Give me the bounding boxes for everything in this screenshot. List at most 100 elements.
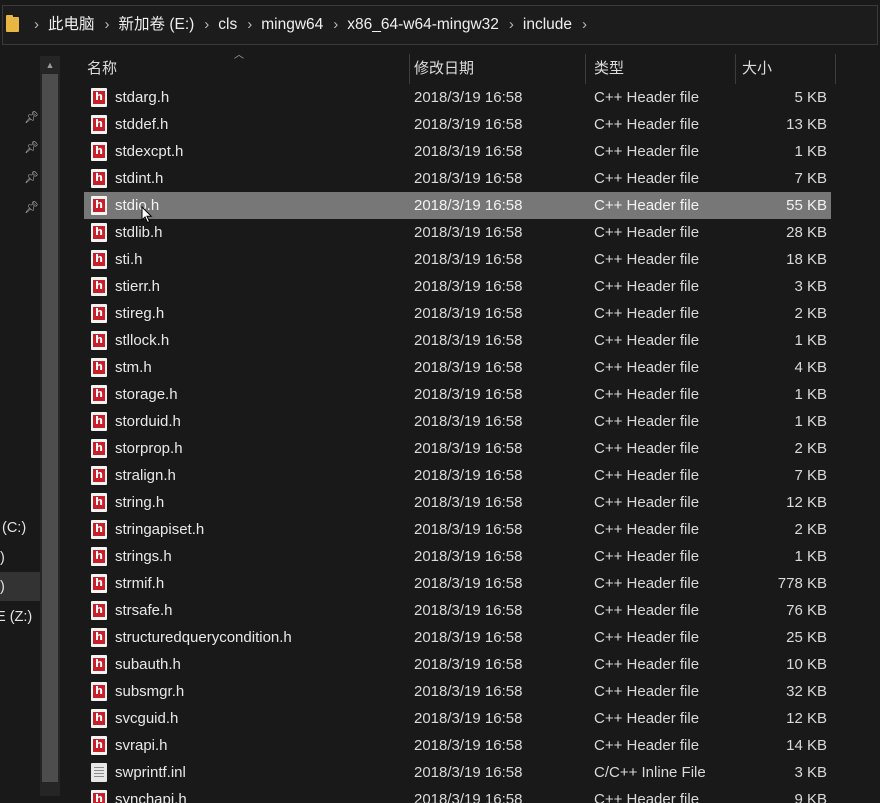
file-size: 7 KB — [794, 170, 827, 187]
file-modified-date: 2018/3/19 16:58 — [414, 305, 523, 322]
column-divider[interactable] — [835, 54, 836, 84]
file-size: 13 KB — [786, 116, 827, 133]
file-size: 10 KB — [786, 656, 827, 673]
chevron-right-icon[interactable]: › — [237, 0, 261, 50]
file-row[interactable]: structuredquerycondition.h 2018/3/19 16:5… — [68, 624, 880, 651]
nav-drive-item[interactable]: ) — [0, 550, 5, 566]
file-list: stdarg.h 2018/3/19 16:58 C++ Header file 5 … — [68, 84, 880, 803]
column-header-size[interactable]: 大小 — [736, 50, 836, 84]
file-name: strsafe.h — [115, 602, 173, 619]
file-modified-date: 2018/3/19 16:58 — [414, 278, 523, 295]
file-row[interactable]: storprop.h 2018/3/19 16:58 C++ Header file… — [68, 435, 880, 462]
file-name: stdlib.h — [115, 224, 163, 241]
header-file-icon — [91, 520, 107, 539]
file-row[interactable]: stringapiset.h 2018/3/19 16:58 C++ Header … — [68, 516, 880, 543]
header-file-icon — [91, 655, 107, 674]
column-header-name[interactable]: 名称 — [81, 50, 411, 84]
mouse-cursor-icon — [141, 206, 153, 224]
pin-icon: 📌︎ — [24, 140, 40, 154]
file-row[interactable]: strsafe.h 2018/3/19 16:58 C++ Header file 7… — [68, 597, 880, 624]
file-row[interactable]: subauth.h 2018/3/19 16:58 C++ Header file 1… — [68, 651, 880, 678]
file-type: C++ Header file — [594, 656, 700, 673]
file-name: stllock.h — [115, 332, 170, 349]
file-name: stringapiset.h — [115, 521, 205, 538]
file-type: C++ Header file — [594, 521, 700, 538]
column-header-type[interactable]: 类型 — [588, 50, 736, 84]
header-file-icon — [91, 628, 107, 647]
file-type: C++ Header file — [594, 494, 700, 511]
file-type: C/C++ Inline File — [594, 764, 706, 781]
file-row[interactable]: stireg.h 2018/3/19 16:58 C++ Header file 2 … — [68, 300, 880, 327]
chevron-right-icon[interactable]: › — [499, 0, 523, 50]
file-row[interactable]: stdio.h2018/3/19 16:58C++ Header file55 … — [68, 192, 880, 219]
column-header-date[interactable]: 修改日期 — [408, 50, 586, 84]
file-row[interactable]: synchapi.h 2018/3/19 16:58 C++ Header file… — [68, 786, 880, 803]
pin-icon: 📌︎ — [24, 200, 40, 214]
chevron-right-icon[interactable]: › — [95, 0, 119, 50]
file-name: stdint.h — [115, 170, 164, 187]
header-file-icon — [91, 736, 107, 755]
file-type: C++ Header file — [594, 791, 700, 803]
navigation-pane: 📌︎ 📌︎ 📌︎ 📌︎ (C:) ) ) E (Z:) ▲ — [0, 50, 68, 803]
file-row[interactable]: stralign.h 2018/3/19 16:58 C++ Header file… — [68, 462, 880, 489]
chevron-right-icon[interactable]: › — [194, 0, 218, 50]
file-row[interactable]: strings.h 2018/3/19 16:58 C++ Header file 1… — [68, 543, 880, 570]
nav-scrollbar[interactable]: ▲ — [40, 56, 60, 796]
file-row[interactable]: stddef.h 2018/3/19 16:58 C++ Header file 13… — [68, 111, 880, 138]
file-size: 4 KB — [794, 359, 827, 376]
chevron-right-icon[interactable]: › — [572, 0, 596, 50]
file-name: synchapi.h — [115, 791, 187, 803]
file-size: 32 KB — [786, 683, 827, 700]
breadcrumb-x86-64-w64-mingw32[interactable]: x86_64-w64-mingw32 — [347, 0, 499, 50]
nav-drive-z[interactable]: E (Z:) — [0, 609, 32, 625]
header-file-icon — [91, 601, 107, 620]
scroll-up-icon[interactable]: ▲ — [40, 58, 60, 72]
header-file-icon — [91, 304, 107, 323]
nav-scrollbar-thumb[interactable] — [42, 74, 58, 782]
header-file-icon — [91, 169, 107, 188]
file-size: 9 KB — [794, 791, 827, 803]
header-file-icon — [91, 574, 107, 593]
file-name: strmif.h — [115, 575, 165, 592]
file-size: 1 KB — [794, 413, 827, 430]
breadcrumb-cls[interactable]: cls — [218, 0, 237, 50]
header-file-icon — [91, 88, 107, 107]
file-row[interactable]: svcguid.h 2018/3/19 16:58 C++ Header file 1… — [68, 705, 880, 732]
file-row[interactable]: stdint.h 2018/3/19 16:58 C++ Header file 7 … — [68, 165, 880, 192]
header-file-icon — [91, 439, 107, 458]
breadcrumb-this-pc[interactable]: 此电脑 — [48, 0, 95, 50]
file-modified-date: 2018/3/19 16:58 — [414, 143, 523, 160]
file-row[interactable]: stm.h 2018/3/19 16:58 C++ Header file 4 KB — [68, 354, 880, 381]
file-row[interactable]: string.h 2018/3/19 16:58 C++ Header file 12… — [68, 489, 880, 516]
breadcrumb-mingw64[interactable]: mingw64 — [261, 0, 323, 50]
file-row[interactable]: subsmgr.h 2018/3/19 16:58 C++ Header file 3… — [68, 678, 880, 705]
nav-drive-item[interactable]: ) — [0, 579, 5, 595]
column-divider[interactable] — [585, 54, 586, 84]
file-type: C++ Header file — [594, 629, 700, 646]
file-row[interactable]: sti.h 2018/3/19 16:58 C++ Header file 18 KB — [68, 246, 880, 273]
file-row[interactable]: stierr.h 2018/3/19 16:58 C++ Header file 3 … — [68, 273, 880, 300]
file-modified-date: 2018/3/19 16:58 — [414, 710, 523, 727]
file-modified-date: 2018/3/19 16:58 — [414, 737, 523, 754]
file-name: sti.h — [115, 251, 143, 268]
file-row[interactable]: stllock.h 2018/3/19 16:58 C++ Header file 1… — [68, 327, 880, 354]
file-row[interactable]: swprintf.inl 2018/3/19 16:58 C/C++ Inline … — [68, 759, 880, 786]
chevron-right-icon[interactable]: › — [24, 0, 48, 50]
file-row[interactable]: svrapi.h 2018/3/19 16:58 C++ Header file 14… — [68, 732, 880, 759]
file-size: 12 KB — [786, 494, 827, 511]
file-row[interactable]: strmif.h 2018/3/19 16:58 C++ Header file 77… — [68, 570, 880, 597]
file-type: C++ Header file — [594, 116, 700, 133]
breadcrumb-include[interactable]: include — [523, 0, 572, 50]
chevron-right-icon[interactable]: › — [323, 0, 347, 50]
file-size: 3 KB — [794, 278, 827, 295]
file-modified-date: 2018/3/19 16:58 — [414, 791, 523, 803]
file-row[interactable]: storduid.h 2018/3/19 16:58 C++ Header file… — [68, 408, 880, 435]
file-row[interactable]: stdexcpt.h 2018/3/19 16:58 C++ Header file… — [68, 138, 880, 165]
file-row[interactable]: stdlib.h 2018/3/19 16:58 C++ Header file 28… — [68, 219, 880, 246]
header-file-icon — [91, 358, 107, 377]
file-row[interactable]: storage.h 2018/3/19 16:58 C++ Header file 1… — [68, 381, 880, 408]
file-row[interactable]: stdarg.h 2018/3/19 16:58 C++ Header file 5 … — [68, 84, 880, 111]
breadcrumb-drive-e[interactable]: 新加卷 (E:) — [119, 0, 195, 50]
file-size: 1 KB — [794, 143, 827, 160]
nav-drive-c[interactable]: (C:) — [2, 520, 26, 536]
